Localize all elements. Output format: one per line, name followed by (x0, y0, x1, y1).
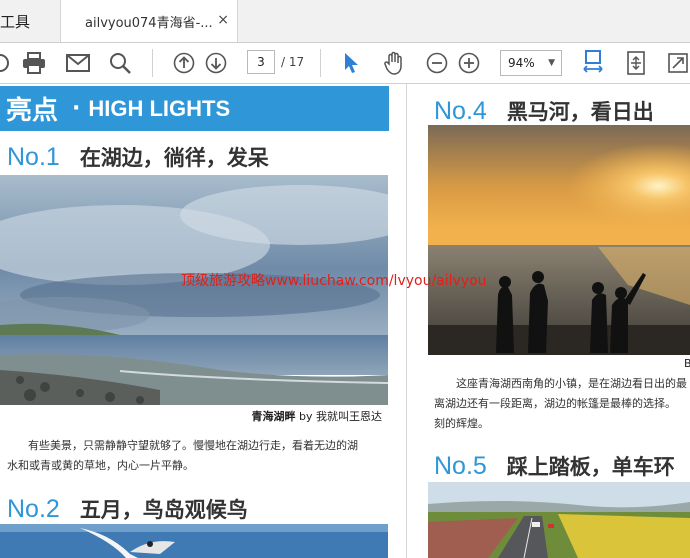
cycling-road-photo (428, 482, 690, 558)
section-title: 在湖边，徜徉，发呆 (79, 146, 269, 170)
zoom-select[interactable]: 94% ▼ (500, 50, 562, 76)
tab-tools[interactable]: 工具 (0, 0, 58, 42)
section-1-paragraph: 有些美景，只需静静守望就够了。慢慢地在湖边行走，看着无边的湖 (28, 436, 388, 456)
arrow-down-circle-icon[interactable] (204, 51, 228, 75)
zoom-in-icon[interactable] (457, 51, 481, 75)
paragraph-line: 刻的辉煌。 (434, 417, 489, 430)
section-number: No.1 (7, 143, 60, 171)
photo-caption-1: 青海湖畔 by 我就叫王恩达 (252, 408, 383, 424)
search-icon[interactable] (108, 51, 132, 75)
section-1-paragraph-cont: 水和或青或黄的草地，内心一片平静。 (7, 456, 387, 476)
hand-icon[interactable] (382, 51, 406, 75)
watermark-text: 顶级旅游攻略www.liuchaw.com/lvyou/ailvyou (181, 273, 487, 289)
bird-photo (0, 524, 388, 558)
fit-page-icon[interactable] (624, 51, 648, 75)
fullscreen-icon[interactable] (666, 51, 690, 75)
section-number: No.2 (7, 495, 60, 523)
print-icon[interactable] (22, 51, 46, 75)
caption-credit: by 我就叫王恩达 (295, 410, 382, 423)
select-cursor-icon[interactable] (339, 51, 363, 75)
page-number-input[interactable]: 3 (247, 50, 275, 74)
close-icon[interactable]: × (217, 12, 229, 28)
tab-document-title: ailvyou074青海省-... (85, 15, 213, 31)
section-heading-1: No.1 在湖边，徜徉，发呆 (7, 142, 269, 172)
section-title: 黑马河，看日出 (506, 100, 654, 124)
section-4-paragraph-cont: 离湖边还有一段距离，湖边的帐篷是最棒的选择。 刻的辉煌。 (434, 394, 690, 434)
paragraph-line: 水和或青或黄的草地，内心一片平静。 (7, 459, 194, 472)
highlights-banner: 亮点 · HIGH LIGHTS (0, 86, 389, 131)
tab-document[interactable]: ailvyou074青海省-... × (60, 0, 238, 42)
mail-icon[interactable] (0, 51, 12, 75)
section-title: 踩上踏板，单车环 (506, 455, 675, 479)
section-heading-5: No.5 踩上踏板，单车环 (434, 451, 675, 481)
paragraph-line: 这座青海湖西南角的小镇，是在湖边看日出的最 (456, 377, 687, 390)
chevron-down-icon: ▼ (548, 58, 555, 68)
page-divider (406, 84, 407, 558)
photo-caption-4: B (684, 357, 690, 370)
page-total: / 17 (281, 55, 305, 69)
tab-bar: 工具 ailvyou074青海省-... × (0, 0, 690, 43)
lake-photo (0, 175, 388, 405)
fit-width-icon[interactable] (581, 50, 605, 75)
section-number: No.4 (434, 97, 487, 125)
paragraph-line: 离湖边还有一段距离，湖边的帐篷是最棒的选择。 (434, 397, 676, 410)
document-viewport[interactable]: 亮点 · HIGH LIGHTS No.1 在湖边，徜徉，发呆 青海湖畔 by … (0, 84, 690, 558)
section-heading-4: No.4 黑马河，看日出 (434, 96, 654, 126)
paragraph-line: 有些美景，只需静静守望就够了。慢慢地在湖边行走，看着无边的湖 (28, 439, 358, 452)
banner-title-en: HIGH LIGHTS (88, 95, 231, 121)
section-title: 五月，鸟岛观候鸟 (79, 498, 248, 522)
toolbar-separator (320, 49, 321, 77)
sunrise-photo (428, 125, 690, 355)
caption-bold: 青海湖畔 (251, 410, 296, 423)
arrow-up-circle-icon[interactable] (172, 51, 196, 75)
banner-title-cn: 亮点 (6, 96, 59, 126)
toolbar: 3 / 17 94% ▼ (0, 43, 690, 84)
tab-tools-label: 工具 (0, 12, 31, 31)
banner-dot: · (72, 96, 81, 121)
email-icon[interactable] (66, 51, 90, 75)
section-number: No.5 (434, 452, 487, 480)
section-heading-2: No.2 五月，鸟岛观候鸟 (7, 494, 248, 524)
section-4-paragraph: 这座青海湖西南角的小镇，是在湖边看日出的最 (456, 374, 690, 394)
zoom-out-icon[interactable] (425, 51, 449, 75)
toolbar-separator (152, 49, 153, 77)
zoom-value: 94% (508, 56, 535, 70)
